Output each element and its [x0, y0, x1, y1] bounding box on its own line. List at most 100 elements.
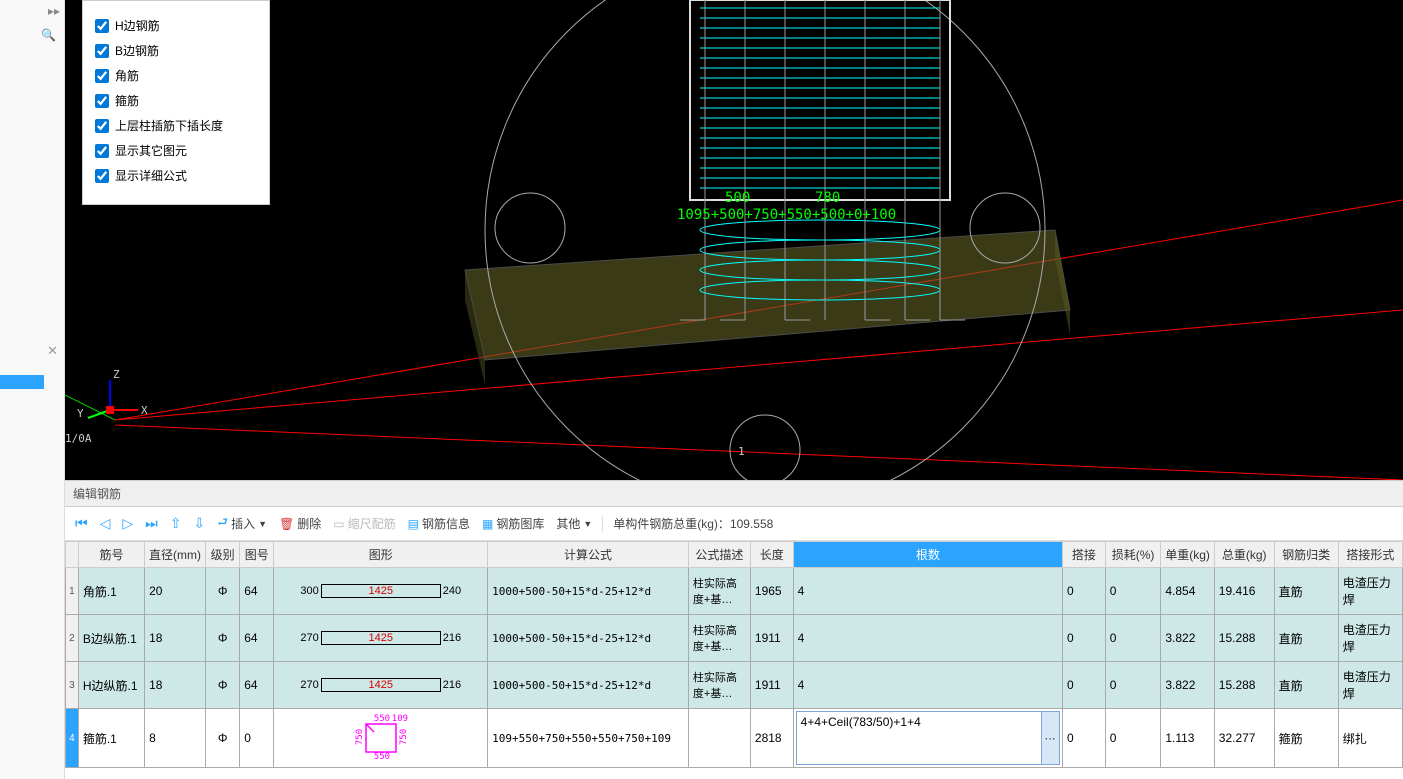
qty-editor[interactable]: ⋯	[796, 711, 1060, 765]
cell-len[interactable]: 2818	[750, 709, 793, 768]
cell-lvl[interactable]: Φ	[206, 568, 240, 615]
rebar-library-button[interactable]: ▦钢筋图库	[478, 513, 548, 534]
layer-item-stirrup[interactable]: 箍筋	[95, 92, 257, 109]
cell-len[interactable]: 1911	[750, 662, 793, 709]
search-icon[interactable]: 🔍	[41, 28, 56, 42]
nav-last-icon[interactable]: ⏭	[141, 515, 162, 532]
cell-no[interactable]: 箍筋.1	[78, 709, 144, 768]
cell-lap[interactable]: 0	[1063, 615, 1106, 662]
cell-len[interactable]: 1911	[750, 615, 793, 662]
col-len[interactable]: 长度	[750, 542, 793, 568]
col-uw[interactable]: 单重(kg)	[1161, 542, 1214, 568]
cell-shape[interactable]: 550 550 750 750 109	[274, 709, 488, 768]
cell-loss[interactable]: 0	[1105, 662, 1161, 709]
cell-desc[interactable]: 柱实际高度+基…	[688, 615, 750, 662]
nav-first-icon[interactable]: ⏮	[71, 515, 92, 532]
cell-qty[interactable]: ⋯	[793, 709, 1062, 768]
checkbox[interactable]	[95, 119, 109, 133]
cell-calc[interactable]: 1000+500-50+15*d-25+12*d	[488, 662, 689, 709]
checkbox[interactable]	[95, 169, 109, 183]
cell-loss[interactable]: 0	[1105, 709, 1161, 768]
table-row[interactable]: 2 B边纵筋.1 18 Φ 64 2701425216 1000+500-50+…	[66, 615, 1403, 662]
cell-qty[interactable]: 4	[793, 662, 1062, 709]
table-row[interactable]: 1 角筋.1 20 Φ 64 3001425240 1000+500-50+15…	[66, 568, 1403, 615]
col-lvl[interactable]: 级别	[206, 542, 240, 568]
checkbox[interactable]	[95, 69, 109, 83]
cell-uw[interactable]: 3.822	[1161, 662, 1214, 709]
cell-lap[interactable]: 0	[1063, 662, 1106, 709]
cell-spl[interactable]: 电渣压力焊	[1338, 568, 1402, 615]
cell-shape[interactable]: 2701425216	[274, 662, 488, 709]
insert-button[interactable]: ⮐插入▼	[213, 511, 271, 536]
cell-dia[interactable]: 18	[145, 662, 206, 709]
cell-fig[interactable]: 64	[240, 615, 274, 662]
rebar-info-button[interactable]: ▤钢筋信息	[404, 513, 474, 534]
cell-lvl[interactable]: Φ	[206, 662, 240, 709]
cell-shape[interactable]: 2701425216	[274, 615, 488, 662]
cell-loss[interactable]: 0	[1105, 568, 1161, 615]
cell-lvl[interactable]: Φ	[206, 709, 240, 768]
cell-uw[interactable]: 3.822	[1161, 615, 1214, 662]
cell-shape[interactable]: 3001425240	[274, 568, 488, 615]
layer-item-show-detail[interactable]: 显示详细公式	[95, 167, 257, 184]
cell-tw[interactable]: 15.288	[1214, 615, 1274, 662]
cell-calc[interactable]: 1000+500-50+15*d-25+12*d	[488, 615, 689, 662]
cell-lap[interactable]: 0	[1063, 568, 1106, 615]
collapse-icon[interactable]: ▸▸	[48, 4, 60, 18]
move-up-icon[interactable]: ⇧	[166, 515, 186, 532]
cell-dia[interactable]: 8	[145, 709, 206, 768]
col-lap[interactable]: 搭接	[1063, 542, 1106, 568]
cell-no[interactable]: H边纵筋.1	[78, 662, 144, 709]
col-qty[interactable]: 根数	[793, 542, 1062, 568]
cell-tw[interactable]: 32.277	[1214, 709, 1274, 768]
cell-qty[interactable]: 4	[793, 615, 1062, 662]
col-spl[interactable]: 搭接形式	[1338, 542, 1402, 568]
other-dropdown[interactable]: 其他▼	[552, 513, 596, 534]
cell-desc[interactable]	[688, 709, 750, 768]
col-no[interactable]: 筋号	[78, 542, 144, 568]
cell-len[interactable]: 1965	[750, 568, 793, 615]
grid-scroll[interactable]: 筋号 直径(mm) 级别 图号 图形 计算公式 公式描述 长度 根数 搭接 损耗…	[65, 541, 1403, 779]
table-row[interactable]: 3 H边纵筋.1 18 Φ 64 2701425216 1000+500-50+…	[66, 662, 1403, 709]
col-tw[interactable]: 总重(kg)	[1214, 542, 1274, 568]
cell-tw[interactable]: 15.288	[1214, 662, 1274, 709]
cell-no[interactable]: 角筋.1	[78, 568, 144, 615]
col-fig[interactable]: 图号	[240, 542, 274, 568]
cell-loss[interactable]: 0	[1105, 615, 1161, 662]
col-shape[interactable]: 图形	[274, 542, 488, 568]
delete-button[interactable]: 🗑删除	[275, 513, 325, 534]
col-loss[interactable]: 损耗(%)	[1105, 542, 1161, 568]
checkbox[interactable]	[95, 19, 109, 33]
cell-cat[interactable]: 箍筋	[1274, 709, 1338, 768]
col-cat[interactable]: 钢筋归类	[1274, 542, 1338, 568]
cell-lap[interactable]: 0	[1063, 709, 1106, 768]
qty-more-button[interactable]: ⋯	[1041, 712, 1059, 764]
cell-no[interactable]: B边纵筋.1	[78, 615, 144, 662]
cell-lvl[interactable]: Φ	[206, 615, 240, 662]
move-down-icon[interactable]: ⇩	[190, 515, 210, 532]
nav-prev-icon[interactable]: ◁	[96, 515, 115, 532]
col-calc[interactable]: 计算公式	[488, 542, 689, 568]
cell-fig[interactable]: 64	[240, 662, 274, 709]
layer-item-h-rebar[interactable]: H边钢筋	[95, 17, 257, 34]
cell-fig[interactable]: 0	[240, 709, 274, 768]
cell-desc[interactable]: 柱实际高度+基…	[688, 662, 750, 709]
cell-qty[interactable]: 4	[793, 568, 1062, 615]
table-row[interactable]: 4 箍筋.1 8 Φ 0 550 550 750 750 109 109+550…	[66, 709, 1403, 768]
cell-spl[interactable]: 电渣压力焊	[1338, 615, 1402, 662]
col-desc[interactable]: 公式描述	[688, 542, 750, 568]
cell-desc[interactable]: 柱实际高度+基…	[688, 568, 750, 615]
checkbox[interactable]	[95, 44, 109, 58]
cell-uw[interactable]: 1.113	[1161, 709, 1214, 768]
layer-item-b-rebar[interactable]: B边钢筋	[95, 42, 257, 59]
cell-dia[interactable]: 18	[145, 615, 206, 662]
col-dia[interactable]: 直径(mm)	[145, 542, 206, 568]
checkbox[interactable]	[95, 94, 109, 108]
close-icon[interactable]: ✕	[47, 343, 58, 359]
cell-cat[interactable]: 直筋	[1274, 568, 1338, 615]
cell-spl[interactable]: 电渣压力焊	[1338, 662, 1402, 709]
checkbox[interactable]	[95, 144, 109, 158]
cell-uw[interactable]: 4.854	[1161, 568, 1214, 615]
layer-item-show-other[interactable]: 显示其它图元	[95, 142, 257, 159]
layer-item-corner[interactable]: 角筋	[95, 67, 257, 84]
